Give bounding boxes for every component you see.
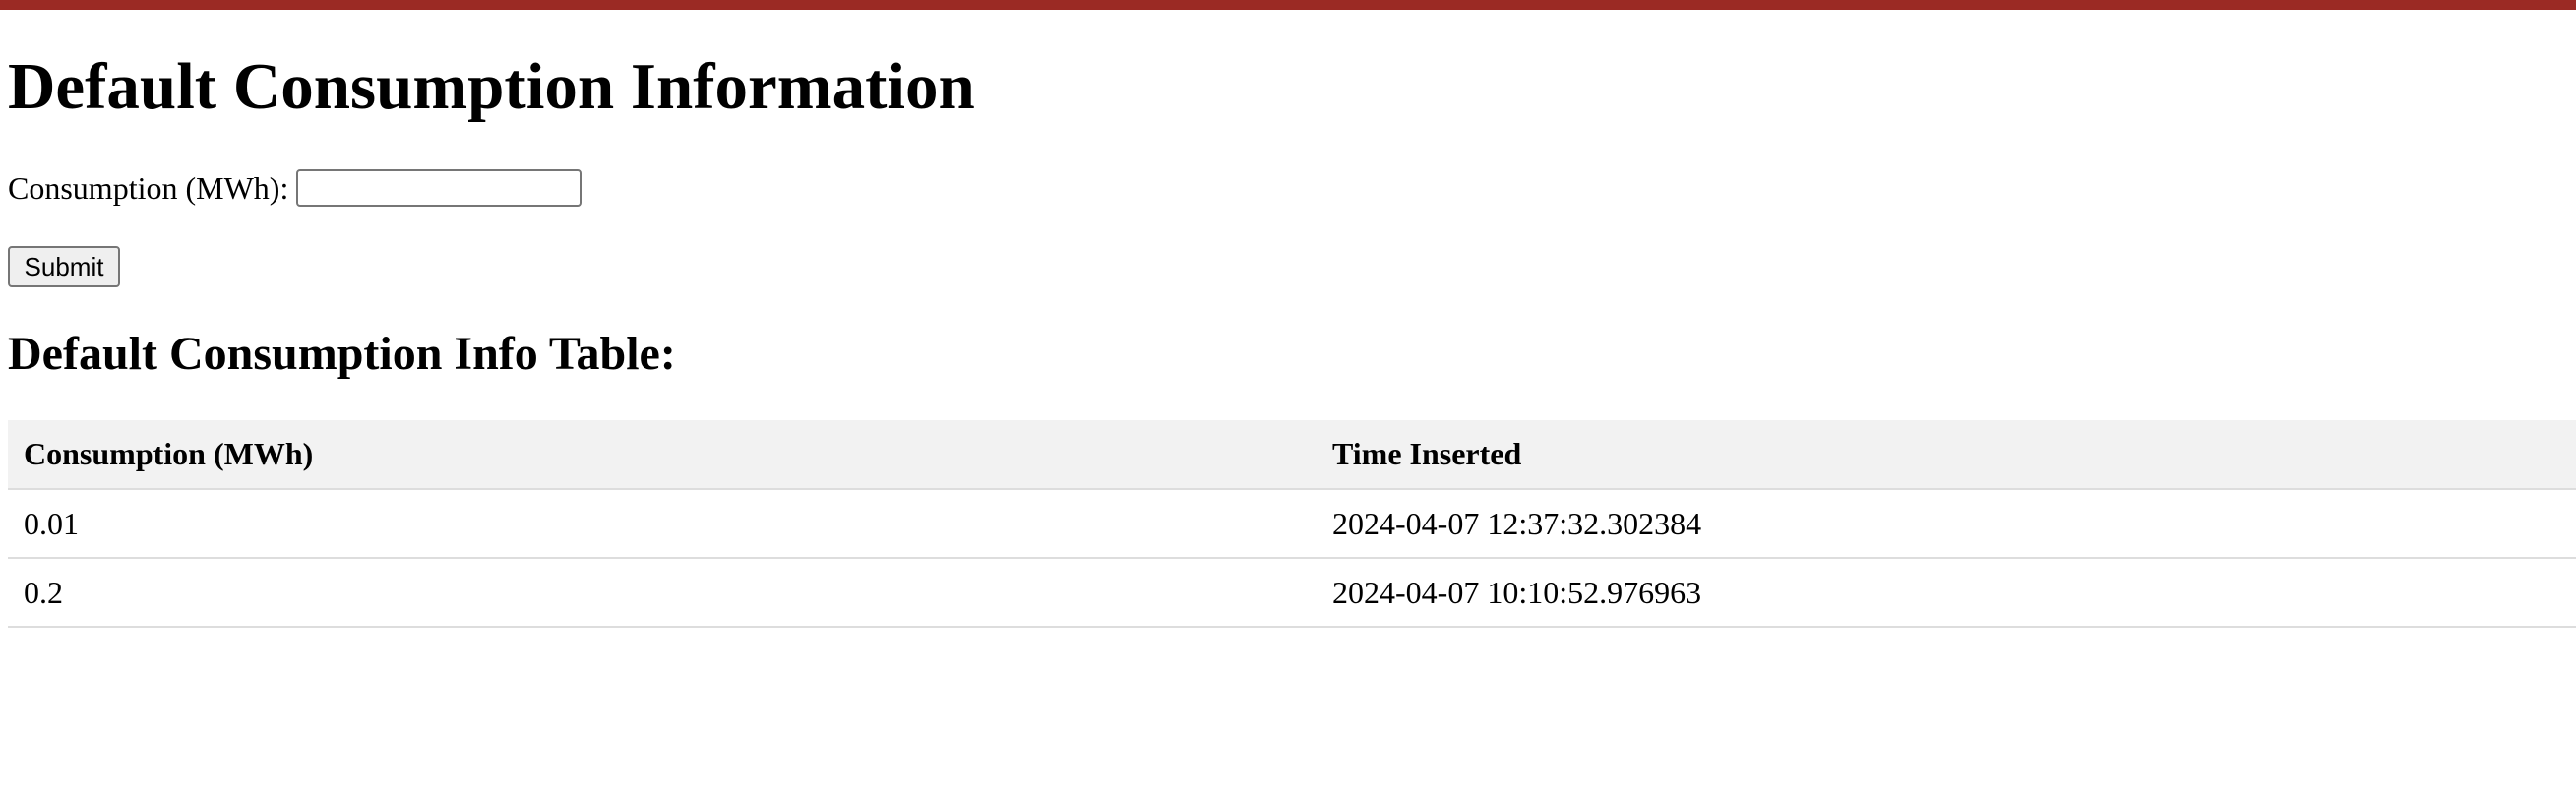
- table-heading: Default Consumption Info Table:: [8, 328, 676, 380]
- consumption-label: Consumption (MWh):: [8, 170, 289, 206]
- cell-time-inserted: 2024-04-07 12:37:32.302384: [1317, 489, 2576, 559]
- table-row: 0.2 2024-04-07 10:10:52.976963: [8, 558, 2576, 628]
- consumption-info-table: Consumption (MWh) Time Inserted 0.01 202…: [8, 420, 2576, 628]
- top-accent-bar: [0, 0, 2576, 10]
- column-header-consumption: Consumption (MWh): [8, 420, 1317, 490]
- column-header-time-inserted: Time Inserted: [1317, 420, 2576, 490]
- page-title: Default Consumption Information: [8, 50, 975, 123]
- table-header-row: Consumption (MWh) Time Inserted: [8, 420, 2576, 490]
- consumption-form-row: Consumption (MWh):: [8, 165, 583, 211]
- cell-time-inserted: 2024-04-07 10:10:52.976963: [1317, 558, 2576, 628]
- submit-button[interactable]: Submit: [8, 246, 120, 287]
- cell-consumption: 0.2: [8, 558, 1317, 628]
- cell-consumption: 0.01: [8, 489, 1317, 559]
- consumption-input[interactable]: [296, 169, 583, 207]
- table-row: 0.01 2024-04-07 12:37:32.302384: [8, 489, 2576, 559]
